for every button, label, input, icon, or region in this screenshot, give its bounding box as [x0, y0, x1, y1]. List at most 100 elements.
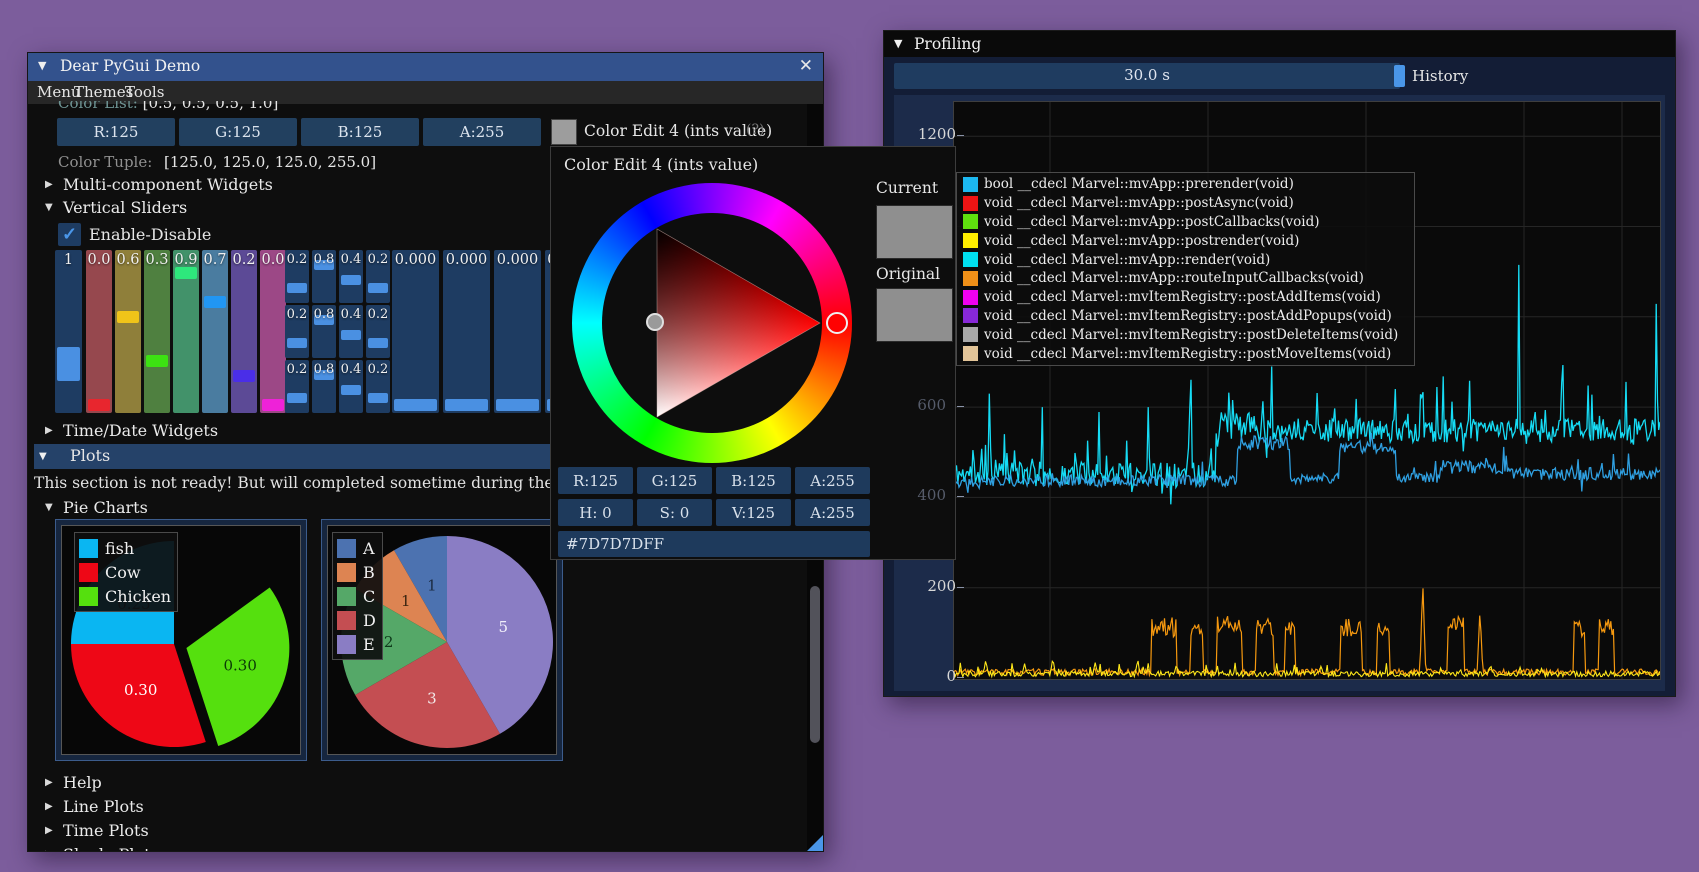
slider-grab[interactable]	[287, 283, 307, 293]
vertical-slider[interactable]: 0.2	[366, 360, 390, 413]
popup-s-field[interactable]: S: 0	[637, 499, 712, 526]
slider-grab[interactable]	[445, 399, 488, 411]
profiler-legend-item[interactable]: bool __cdecl Marvel::mvApp::prerender(vo…	[963, 175, 1408, 194]
popup-b-field[interactable]: B:125	[716, 467, 791, 494]
pie-chart-1-frame[interactable]: 0.250.300.30 fishCowChicken	[55, 519, 307, 761]
expand-icon[interactable]: ▶	[45, 777, 53, 788]
history-slider-grab[interactable]	[1394, 65, 1405, 87]
slider-grab[interactable]	[394, 399, 437, 411]
slider-grab[interactable]	[368, 283, 388, 293]
profiler-legend-item[interactable]: void __cdecl Marvel::mvApp::render(void)	[963, 250, 1408, 269]
pie-chart-1-plot[interactable]: 0.250.300.30 fishCowChicken	[61, 525, 301, 755]
expand-icon[interactable]: ▶	[45, 425, 53, 436]
profiler-legend-item[interactable]: void __cdecl Marvel::mvItemRegistry::pos…	[963, 325, 1408, 344]
collapse-icon[interactable]: ▼	[894, 37, 902, 50]
popup-h-field[interactable]: H: 0	[558, 499, 633, 526]
popup-v-field[interactable]: V:125	[716, 499, 791, 526]
vertical-slider[interactable]: 0.2	[285, 305, 309, 358]
expand-icon[interactable]: ▶	[45, 825, 53, 836]
slider-grab[interactable]	[287, 338, 307, 348]
pie-1-legend[interactable]: fishCowChicken	[74, 532, 178, 612]
color-swatch-button[interactable]	[551, 119, 577, 145]
profiling-window[interactable]: ▼ Profiling 30.0 s History 1200600400200…	[883, 30, 1676, 697]
vertical-slider[interactable]: 0.2	[366, 250, 390, 303]
original-color-swatch[interactable]	[876, 288, 953, 342]
vertical-slider[interactable]: 0.2	[285, 360, 309, 413]
profiler-plot-widget[interactable]: 12006004002000 bool __cdecl Marvel::mvAp…	[894, 95, 1665, 691]
vertical-slider[interactable]: 0.000	[494, 250, 541, 413]
vertical-slider[interactable]: 0.7	[202, 250, 228, 413]
legend-item[interactable]: C	[337, 584, 376, 608]
popup-r-field[interactable]: R:125	[558, 467, 633, 494]
drag-int-r[interactable]: R:125	[57, 118, 175, 146]
slider-grab[interactable]	[88, 399, 110, 411]
legend-item[interactable]: A	[337, 536, 376, 560]
legend-item[interactable]: D	[337, 608, 376, 632]
slider-grab[interactable]	[204, 296, 226, 308]
enable-disable-checkbox[interactable]: ✓	[58, 223, 81, 246]
collapse-icon[interactable]: ▼	[45, 202, 53, 213]
slider-grab[interactable]	[368, 393, 388, 403]
pie-chart-2-plot[interactable]: 11235 ABCDE	[327, 525, 557, 755]
resize-grip[interactable]	[807, 835, 823, 851]
legend-item[interactable]: B	[337, 560, 376, 584]
profiler-legend-item[interactable]: void __cdecl Marvel::mvItemRegistry::pos…	[963, 307, 1408, 326]
vertical-slider[interactable]: 0.4	[339, 250, 363, 303]
slider-grab[interactable]	[287, 393, 307, 403]
expand-icon[interactable]: ▶	[45, 801, 53, 812]
vertical-slider[interactable]: 0.4	[339, 305, 363, 358]
vertical-slider[interactable]: 0.000	[392, 250, 439, 413]
popup-g-field[interactable]: G:125	[637, 467, 712, 494]
scrollbar-thumb[interactable]	[810, 586, 820, 743]
profiler-legend[interactable]: bool __cdecl Marvel::mvApp::prerender(vo…	[956, 172, 1415, 366]
legend-item[interactable]: E	[337, 632, 376, 656]
profiler-legend-item[interactable]: void __cdecl Marvel::mvItemRegistry::pos…	[963, 288, 1408, 307]
drag-int-g[interactable]: G:125	[179, 118, 297, 146]
pie-2-legend[interactable]: ABCDE	[332, 532, 383, 660]
vertical-slider[interactable]: 0.0	[260, 250, 286, 413]
hex-field[interactable]: #7D7D7DFF	[558, 531, 870, 557]
menu-item-tools[interactable]: Tools	[125, 83, 164, 101]
vertical-slider[interactable]: 0.8	[312, 305, 336, 358]
history-slider[interactable]: 30.0 s	[894, 63, 1400, 89]
pie-chart-2-frame[interactable]: 11235 ABCDE	[321, 519, 563, 761]
vertical-slider[interactable]: 0.6	[115, 250, 141, 413]
collapse-icon[interactable]: ▼	[45, 502, 53, 513]
vertical-slider[interactable]: 0.2	[285, 250, 309, 303]
vertical-slider[interactable]: 0.8	[312, 250, 336, 303]
expand-icon[interactable]: ▶	[45, 849, 53, 852]
drag-int-a[interactable]: A:255	[423, 118, 541, 146]
vertical-slider[interactable]: 0.4	[339, 360, 363, 413]
slider-grab[interactable]	[146, 355, 168, 367]
slider-grab[interactable]	[175, 267, 197, 279]
slider-grab[interactable]	[233, 370, 255, 382]
vertical-slider[interactable]: 0.3	[144, 250, 170, 413]
close-icon[interactable]: ✕	[799, 56, 813, 76]
help-marker[interactable]: (?)	[746, 122, 764, 138]
profiler-legend-item[interactable]: void __cdecl Marvel::mvApp::postrender(v…	[963, 231, 1408, 250]
vertical-slider[interactable]: 1	[55, 250, 82, 413]
sv-cursor[interactable]	[646, 313, 664, 331]
collapse-icon[interactable]: ▼	[38, 59, 46, 72]
vertical-slider[interactable]: 0.2	[366, 305, 390, 358]
vertical-slider[interactable]: 0.9	[173, 250, 199, 413]
legend-item[interactable]: fish	[79, 536, 171, 560]
profiler-legend-item[interactable]: void __cdecl Marvel::mvApp::routeInputCa…	[963, 269, 1408, 288]
legend-item[interactable]: Chicken	[79, 584, 171, 608]
slider-grab[interactable]	[57, 347, 80, 381]
slider-grab[interactable]	[262, 399, 284, 411]
vertical-slider[interactable]: 0.8	[312, 360, 336, 413]
slider-grab[interactable]	[341, 385, 361, 395]
slider-grab[interactable]	[341, 330, 361, 340]
vertical-slider[interactable]: 0.0	[86, 250, 112, 413]
popup-a-field[interactable]: A:255	[795, 467, 870, 494]
slider-grab[interactable]	[496, 399, 539, 411]
profiling-titlebar[interactable]: ▼ Profiling	[884, 31, 1675, 57]
profiler-legend-item[interactable]: void __cdecl Marvel::mvItemRegistry::pos…	[963, 344, 1408, 363]
slider-grab[interactable]	[341, 275, 361, 285]
expand-icon[interactable]: ▶	[45, 179, 53, 190]
color-picker-popup[interactable]: 600 400 Color Edit 4 (ints value) Curren	[550, 146, 956, 560]
popup-a2-field[interactable]: A:255	[795, 499, 870, 526]
legend-item[interactable]: Cow	[79, 560, 171, 584]
profiler-legend-item[interactable]: void __cdecl Marvel::mvApp::postCallback…	[963, 213, 1408, 232]
